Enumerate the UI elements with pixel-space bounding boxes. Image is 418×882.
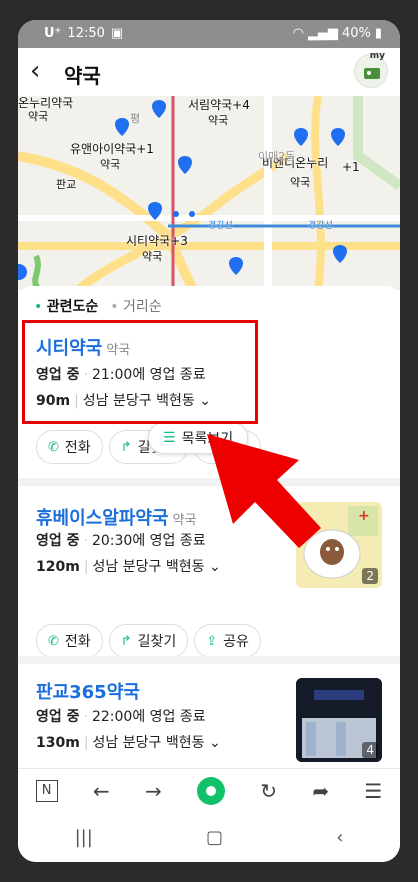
share-icon: ⇪	[206, 633, 218, 649]
map-label: 약국	[100, 158, 121, 171]
battery-icon: ▮	[374, 26, 382, 41]
inactive-dot-icon: •	[110, 299, 119, 315]
back-icon[interactable]: ←	[93, 779, 110, 803]
share-forward-icon[interactable]: ➦	[312, 779, 329, 803]
call-button[interactable]: ✆ 전화	[36, 624, 103, 658]
chevron-down-icon: ⌄	[208, 559, 221, 575]
route-button[interactable]: ↱길찾기	[108, 624, 189, 658]
naver-home-icon[interactable]: N	[35, 779, 58, 802]
home-icon[interactable]: ▢	[206, 827, 223, 848]
my-label: my	[369, 51, 385, 61]
recent-apps-icon[interactable]: |||	[75, 827, 93, 848]
distance-address[interactable]: 130m | 성남 분당구 백현동 ⌄	[36, 732, 221, 752]
map-label: +1	[342, 160, 360, 174]
back-arrow-icon[interactable]: ‹	[30, 56, 40, 86]
map-label: 시티약국+3	[126, 234, 188, 248]
gallery-icon: ▣	[110, 26, 124, 41]
item-actions: ✆전화 ↱길찾기 ⇪공유	[36, 624, 261, 658]
phone-icon: ✆	[48, 439, 59, 455]
share-button[interactable]: ⇪공유	[194, 624, 261, 658]
forward-icon[interactable]: →	[145, 779, 162, 803]
photo-count: 2	[362, 568, 378, 584]
map-label: 서림약국+4	[188, 98, 250, 112]
nav-back-icon[interactable]: ‹	[336, 827, 343, 848]
battery-level: 40%	[341, 26, 371, 41]
map-label: 이매2동	[258, 150, 296, 163]
status-bar: U⁺ 12:50 ▣ ◠ ▂▄▆ 40% ▮	[18, 20, 400, 48]
pharmacy-category: 약국	[172, 513, 197, 528]
phone-icon: ✆	[48, 633, 59, 649]
carrier-label: U⁺	[44, 26, 62, 41]
highlight-box	[22, 320, 258, 424]
call-button[interactable]: ✆ 전화	[36, 430, 103, 464]
menu-icon[interactable]: ☰	[364, 779, 382, 803]
wifi-icon: ◠	[292, 26, 304, 41]
app-bar: ‹ 약국 my	[18, 48, 400, 96]
refresh-icon[interactable]: ↻	[260, 779, 277, 803]
photo-count: 4	[362, 742, 378, 758]
status-time: 12:50	[67, 26, 105, 41]
browser-toolbar: N ← → ↻ ➦ ☰	[18, 768, 400, 812]
map-label: 약국	[290, 176, 311, 189]
signal-icon: ▂▄▆	[307, 26, 338, 41]
map-label: 유앤아이약국+1	[70, 142, 154, 156]
divider	[18, 656, 400, 664]
pharmacy-photo[interactable]: 4	[296, 678, 382, 762]
active-dot-icon: •	[34, 299, 43, 315]
pharmacy-name[interactable]: 판교365약국	[36, 678, 140, 704]
sort-distance[interactable]: • 거리순	[110, 296, 161, 316]
business-hours: 영업 중 · 22:00에 영업 종료	[36, 709, 206, 725]
page-title: 약국	[64, 64, 101, 88]
sort-options: • 관련도순 • 거리순	[34, 296, 162, 316]
my-profile-button[interactable]: my	[354, 51, 388, 88]
svg-text:+: +	[358, 508, 370, 524]
distance-address[interactable]: 120m | 성남 분당구 백현동 ⌄	[36, 556, 221, 576]
red-arrow-icon	[207, 434, 321, 548]
map-label: 평	[130, 112, 141, 125]
map-label: 약국	[208, 114, 229, 127]
business-hours: 영업 중 · 20:30에 영업 종료	[36, 533, 206, 549]
map-label: 경강선	[208, 221, 233, 231]
map-label: 약국	[142, 250, 163, 263]
green-dot-icon[interactable]	[197, 776, 226, 805]
map-label: 경강선	[308, 221, 333, 231]
pharmacy-name[interactable]: 휴베이스알파약국 약국	[36, 504, 196, 530]
sort-relevance[interactable]: • 관련도순	[34, 296, 98, 316]
list-icon: ☰	[163, 430, 176, 446]
route-arrow-icon: ↱	[120, 633, 132, 649]
route-arrow-icon: ↱	[120, 439, 132, 455]
phone-screen: U⁺ 12:50 ▣ ◠ ▂▄▆ 40% ▮ ‹ 약국 my 온누리약국 약국 …	[18, 20, 400, 862]
map-view[interactable]: 온누리약국 약국 서림약국+4 약국 유앤아이약국+1 약국 비엔디온누리 약국…	[18, 96, 400, 290]
map-label: 판교	[56, 178, 77, 191]
system-nav-bar: ||| ▢ ‹	[18, 812, 400, 862]
chevron-down-icon: ⌄	[208, 735, 221, 751]
map-label: 약국	[28, 110, 49, 123]
